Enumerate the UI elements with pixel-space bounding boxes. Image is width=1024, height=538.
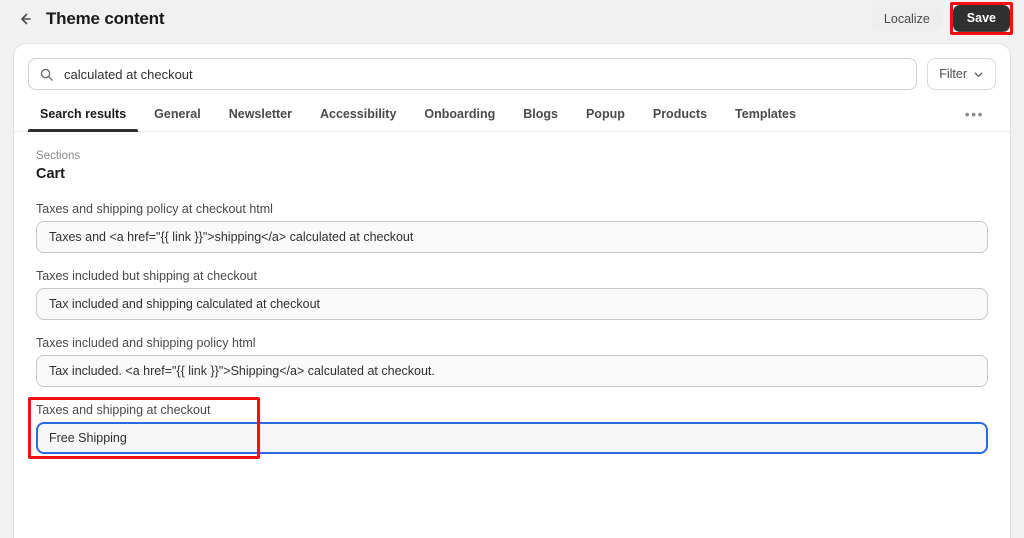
tab-onboarding[interactable]: Onboarding	[410, 98, 509, 131]
group-title: Cart	[36, 166, 66, 182]
tabs-overflow-button[interactable]: •••	[951, 98, 998, 131]
tab-newsletter[interactable]: Newsletter	[215, 98, 306, 131]
tab-general[interactable]: General	[140, 98, 215, 131]
field-input-focused[interactable]: Free Shipping	[36, 422, 988, 454]
save-button-wrapper: Save	[949, 2, 1014, 35]
field-label: Taxes and shipping policy at checkout ht…	[36, 202, 273, 216]
sections-label: Sections	[36, 150, 81, 162]
filter-button-label: Filter	[939, 67, 967, 81]
field-taxes-shipping-policy-html: Taxes and shipping policy at checkout ht…	[36, 200, 988, 253]
field-taxes-and-shipping-at-checkout: Taxes and shipping at checkout Free Ship…	[28, 397, 988, 459]
field-label: Taxes included and shipping policy html	[36, 336, 256, 350]
tab-bar: Search results General Newsletter Access…	[14, 98, 1010, 132]
tab-search-results[interactable]: Search results	[26, 98, 140, 132]
search-row: calculated at checkout Filter	[14, 44, 1010, 90]
search-input-value: calculated at checkout	[64, 66, 193, 82]
field-input[interactable]: Tax included. <a href="{{ link }}">Shipp…	[36, 355, 988, 387]
field-input[interactable]: Tax included and shipping calculated at …	[36, 288, 988, 320]
chevron-down-icon	[973, 69, 984, 80]
save-button[interactable]: Save	[952, 5, 1010, 32]
field-label: Taxes included but shipping at checkout	[36, 269, 257, 283]
field-taxes-included-shipping-checkout: Taxes included but shipping at checkout …	[36, 267, 988, 320]
field-input[interactable]: Taxes and <a href="{{ link }}">shipping<…	[36, 221, 988, 253]
top-bar: Theme content Localize Save	[0, 0, 1024, 38]
field-taxes-included-shipping-policy-html: Taxes included and shipping policy html …	[36, 334, 988, 387]
tab-blogs[interactable]: Blogs	[509, 98, 572, 131]
tab-accessibility[interactable]: Accessibility	[306, 98, 410, 131]
card-body: Sections Cart Taxes and shipping policy …	[14, 132, 1010, 459]
theme-content-card: calculated at checkout Filter Search res…	[14, 44, 1010, 538]
top-bar-actions: Localize Save	[871, 2, 1014, 35]
tab-products[interactable]: Products	[639, 98, 721, 131]
tab-popup[interactable]: Popup	[572, 98, 639, 131]
localize-button[interactable]: Localize	[871, 6, 942, 32]
arrow-left-icon	[17, 11, 33, 27]
field-label: Taxes and shipping at checkout	[36, 403, 211, 417]
tab-templates[interactable]: Templates	[721, 98, 810, 131]
page-title: Theme content	[46, 9, 165, 28]
search-icon	[39, 67, 54, 82]
search-input[interactable]: calculated at checkout	[28, 58, 918, 90]
back-button[interactable]	[14, 8, 36, 30]
filter-button[interactable]: Filter	[927, 58, 996, 90]
